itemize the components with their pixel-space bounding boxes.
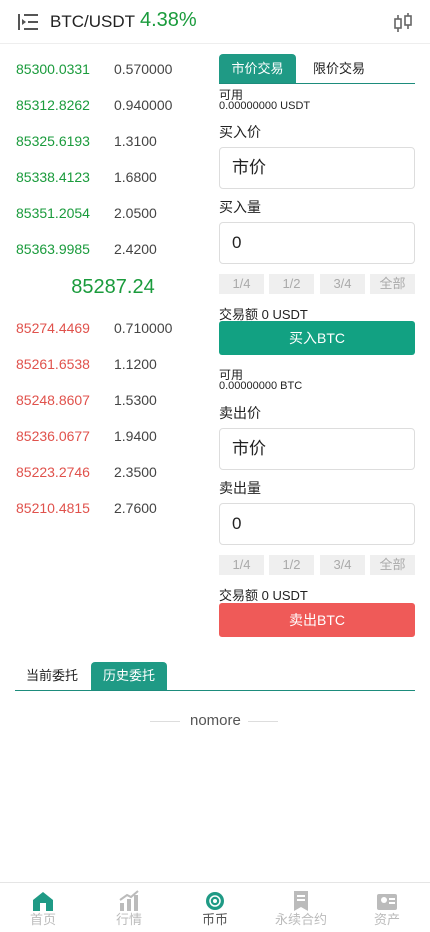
order-price: 85312.8262 xyxy=(16,97,90,113)
sell-btc-button[interactable]: 卖出BTC xyxy=(219,603,415,637)
order-qty: 2.4200 xyxy=(114,241,157,257)
pair-title[interactable]: BTC/USDT xyxy=(50,12,135,32)
nav-item-spot[interactable]: 币币 xyxy=(172,883,258,932)
order-price: 85261.6538 xyxy=(16,356,90,372)
order-price: 85236.0677 xyxy=(16,428,90,444)
sell-amount-input[interactable]: 0 xyxy=(219,503,415,545)
nav-item-assets[interactable]: 资产 xyxy=(344,883,430,932)
sell-amount-label: 卖出量 xyxy=(219,480,261,496)
buy-amount-input[interactable]: 0 xyxy=(219,222,415,264)
order-qty: 0.940000 xyxy=(114,97,173,113)
buy-price-label: 买入价 xyxy=(219,124,261,140)
buy-order-row[interactable]: 85363.9985 2.4200 xyxy=(0,241,205,261)
top-bar: BTC/USDT 4.38% xyxy=(0,0,430,44)
order-qty: 1.9400 xyxy=(114,428,157,444)
nav-item-perpetual[interactable]: 永续合约 xyxy=(258,883,344,932)
order-qty: 2.0500 xyxy=(114,205,157,221)
sell-order-row[interactable]: 85248.8607 1.5300 xyxy=(0,392,205,412)
sell-available-value: 0.00000000 BTC xyxy=(219,380,303,392)
order-price: 85325.6193 xyxy=(16,133,90,149)
tab-market-order[interactable]: 市价交易 xyxy=(219,54,296,83)
order-qty: 0.570000 xyxy=(114,61,173,77)
nav-label: 永续合约 xyxy=(274,912,327,927)
sell-pct-all-button[interactable]: 全部 xyxy=(370,555,415,575)
sell-order-row[interactable]: 85261.6538 1.1200 xyxy=(0,356,205,376)
bottom-nav: 首页 行情 币币 永续合约 资产 xyxy=(0,882,430,932)
sell-percent-buttons: 1/4 1/2 3/4 全部 xyxy=(219,555,415,575)
orders-tabs: 当前委托 历史委托 xyxy=(15,662,415,691)
buy-order-row[interactable]: 85300.0331 0.570000 xyxy=(0,61,205,81)
order-qty: 1.6800 xyxy=(114,169,157,185)
kline-icon[interactable] xyxy=(392,12,414,34)
divider xyxy=(248,721,278,722)
order-price: 85248.8607 xyxy=(16,392,90,408)
nomore-text: nomore xyxy=(190,712,241,729)
buy-percent-buttons: 1/4 1/2 3/4 全部 xyxy=(219,274,415,294)
order-qty: 1.1200 xyxy=(114,356,157,372)
buy-btc-button[interactable]: 买入BTC xyxy=(219,321,415,355)
sell-order-row[interactable]: 85274.4469 0.710000 xyxy=(0,320,205,340)
buy-amount-label: 买入量 xyxy=(219,199,261,215)
buy-pct-quarter-button[interactable]: 1/4 xyxy=(219,274,264,294)
order-price: 85210.4815 xyxy=(16,500,90,516)
sell-pct-three-quarter-button[interactable]: 3/4 xyxy=(320,555,365,575)
nav-item-market[interactable]: 行情 xyxy=(86,883,172,932)
buy-order-row[interactable]: 85325.6193 1.3100 xyxy=(0,133,205,153)
buy-available-value: 0.00000000 USDT xyxy=(219,100,311,112)
sell-pct-quarter-button[interactable]: 1/4 xyxy=(219,555,264,575)
sell-turnover: 交易额 0 USDT xyxy=(219,588,308,603)
sell-price-input[interactable]: 市价 xyxy=(219,428,415,470)
order-qty: 2.3500 xyxy=(114,464,157,480)
buy-price-input[interactable]: 市价 xyxy=(219,147,415,189)
order-price: 85274.4469 xyxy=(16,320,90,336)
nav-label: 首页 xyxy=(29,912,56,927)
buy-order-row[interactable]: 85312.8262 0.940000 xyxy=(0,97,205,117)
nav-label: 资产 xyxy=(373,912,400,927)
sell-order-row[interactable]: 85223.2746 2.3500 xyxy=(0,464,205,484)
empty-list-indicator: nomore xyxy=(150,712,280,732)
tab-current-orders[interactable]: 当前委托 xyxy=(15,662,89,690)
trade-type-tabs: 市价交易 限价交易 xyxy=(219,54,415,84)
order-qty: 1.5300 xyxy=(114,392,157,408)
buy-pct-half-button[interactable]: 1/2 xyxy=(269,274,314,294)
menu-icon[interactable] xyxy=(18,13,38,31)
buy-order-row[interactable]: 85338.4123 1.6800 xyxy=(0,169,205,189)
nav-item-home[interactable]: 首页 xyxy=(0,883,86,932)
sell-pct-half-button[interactable]: 1/2 xyxy=(269,555,314,575)
nav-label: 行情 xyxy=(115,912,142,927)
order-qty: 2.7600 xyxy=(114,500,157,516)
order-price: 85338.4123 xyxy=(16,169,90,185)
nav-label: 币币 xyxy=(201,912,228,927)
order-qty: 0.710000 xyxy=(114,320,173,336)
buy-pct-all-button[interactable]: 全部 xyxy=(370,274,415,294)
buy-pct-three-quarter-button[interactable]: 3/4 xyxy=(320,274,365,294)
change-percent: 4.38% xyxy=(140,9,197,31)
tab-limit-order[interactable]: 限价交易 xyxy=(299,54,379,83)
order-price: 85351.2054 xyxy=(16,205,90,221)
order-price: 85223.2746 xyxy=(16,464,90,480)
last-price: 85287.24 xyxy=(71,276,155,298)
tab-order-history[interactable]: 历史委托 xyxy=(91,662,167,690)
divider xyxy=(150,721,180,722)
order-qty: 1.3100 xyxy=(114,133,157,149)
sell-price-label: 卖出价 xyxy=(219,405,261,421)
order-price: 85363.9985 xyxy=(16,241,90,257)
order-price: 85300.0331 xyxy=(16,61,90,77)
sell-order-row[interactable]: 85236.0677 1.9400 xyxy=(0,428,205,448)
buy-order-row[interactable]: 85351.2054 2.0500 xyxy=(0,205,205,225)
sell-order-row[interactable]: 85210.4815 2.7600 xyxy=(0,500,205,520)
